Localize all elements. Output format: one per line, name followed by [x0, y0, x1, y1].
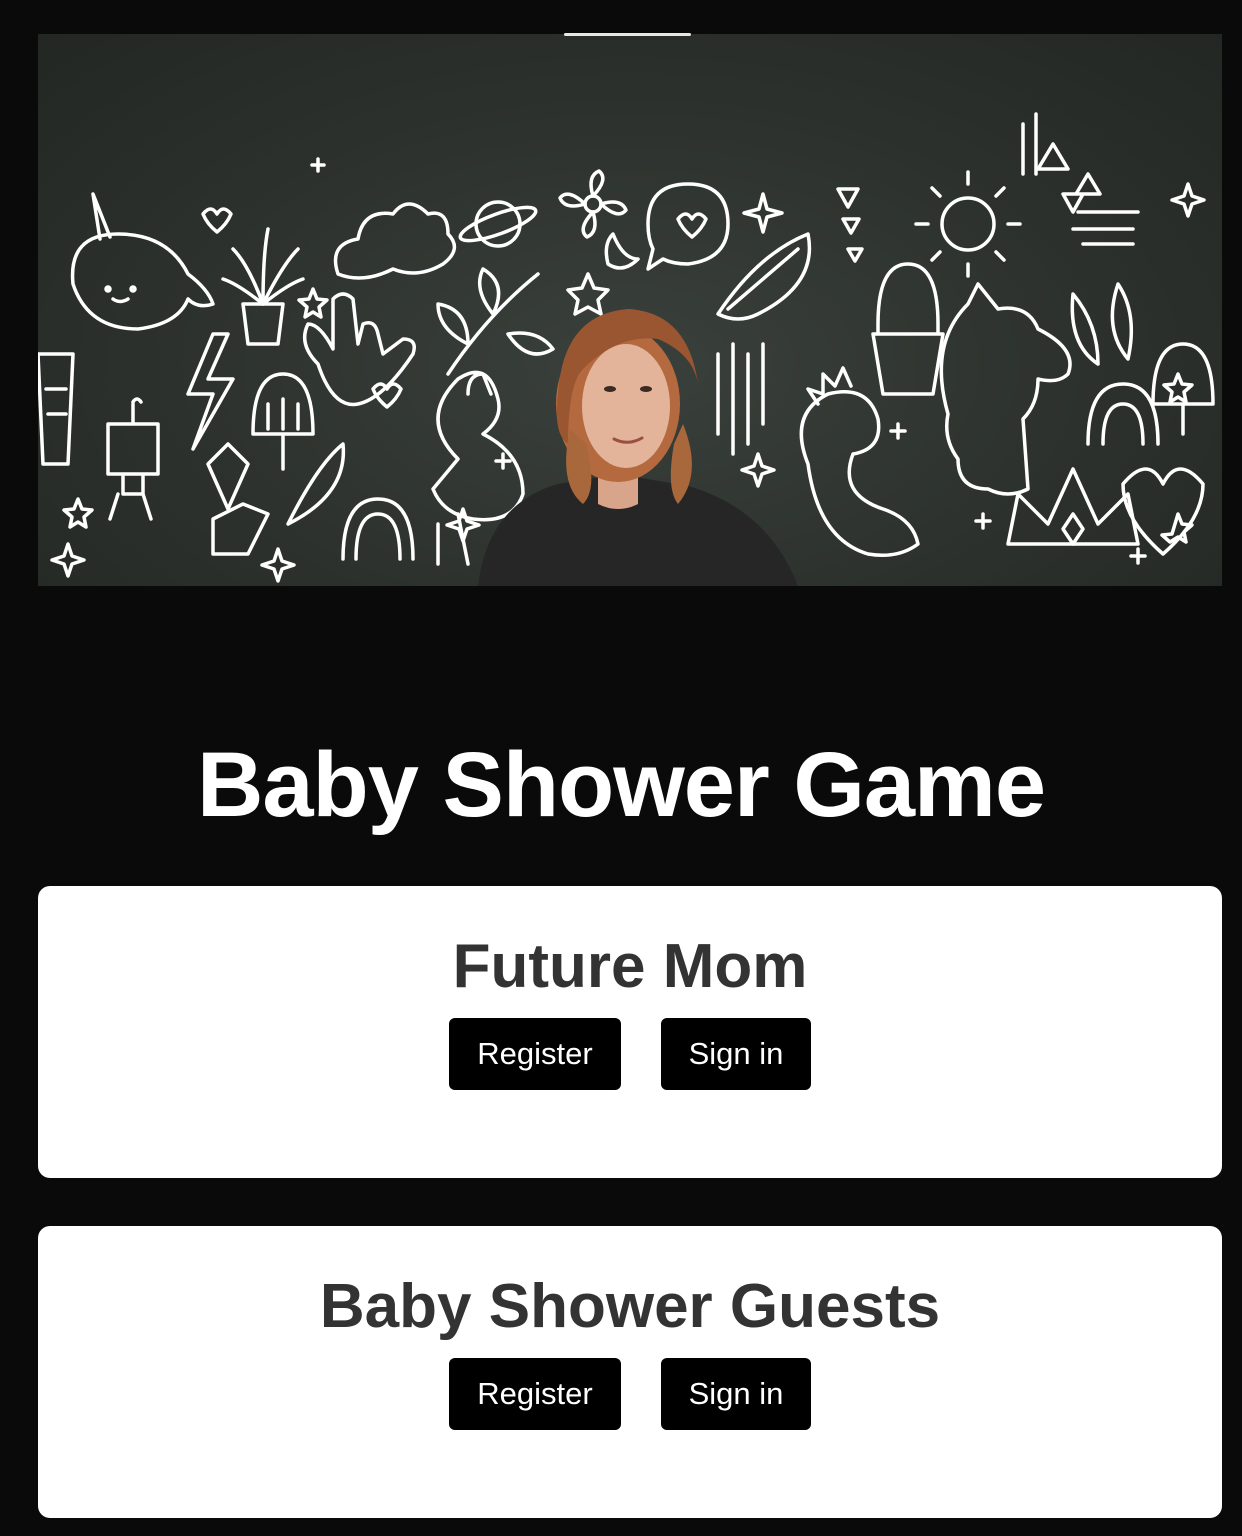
future-mom-title: Future Mom	[452, 932, 808, 1001]
guests-actions: Register Sign in	[38, 1358, 1222, 1430]
page: Baby Shower Game Future Mom Register Sig…	[0, 0, 1242, 1536]
future-mom-signin-button[interactable]: Sign in	[661, 1018, 811, 1090]
future-mom-register-button[interactable]: Register	[449, 1018, 621, 1090]
doodle-banner-image	[38, 112, 1215, 586]
future-mom-card: Future Mom Register Sign in	[38, 886, 1222, 1178]
guests-title: Baby Shower Guests	[319, 1272, 941, 1341]
hero-banner	[38, 34, 1222, 586]
scroll-indicator	[564, 33, 691, 36]
guests-register-button[interactable]: Register	[449, 1358, 621, 1430]
page-title: Baby Shower Game	[196, 734, 1046, 836]
guests-card: Baby Shower Guests Register Sign in	[38, 1226, 1222, 1518]
future-mom-actions: Register Sign in	[38, 1018, 1222, 1090]
guests-signin-button[interactable]: Sign in	[661, 1358, 811, 1430]
